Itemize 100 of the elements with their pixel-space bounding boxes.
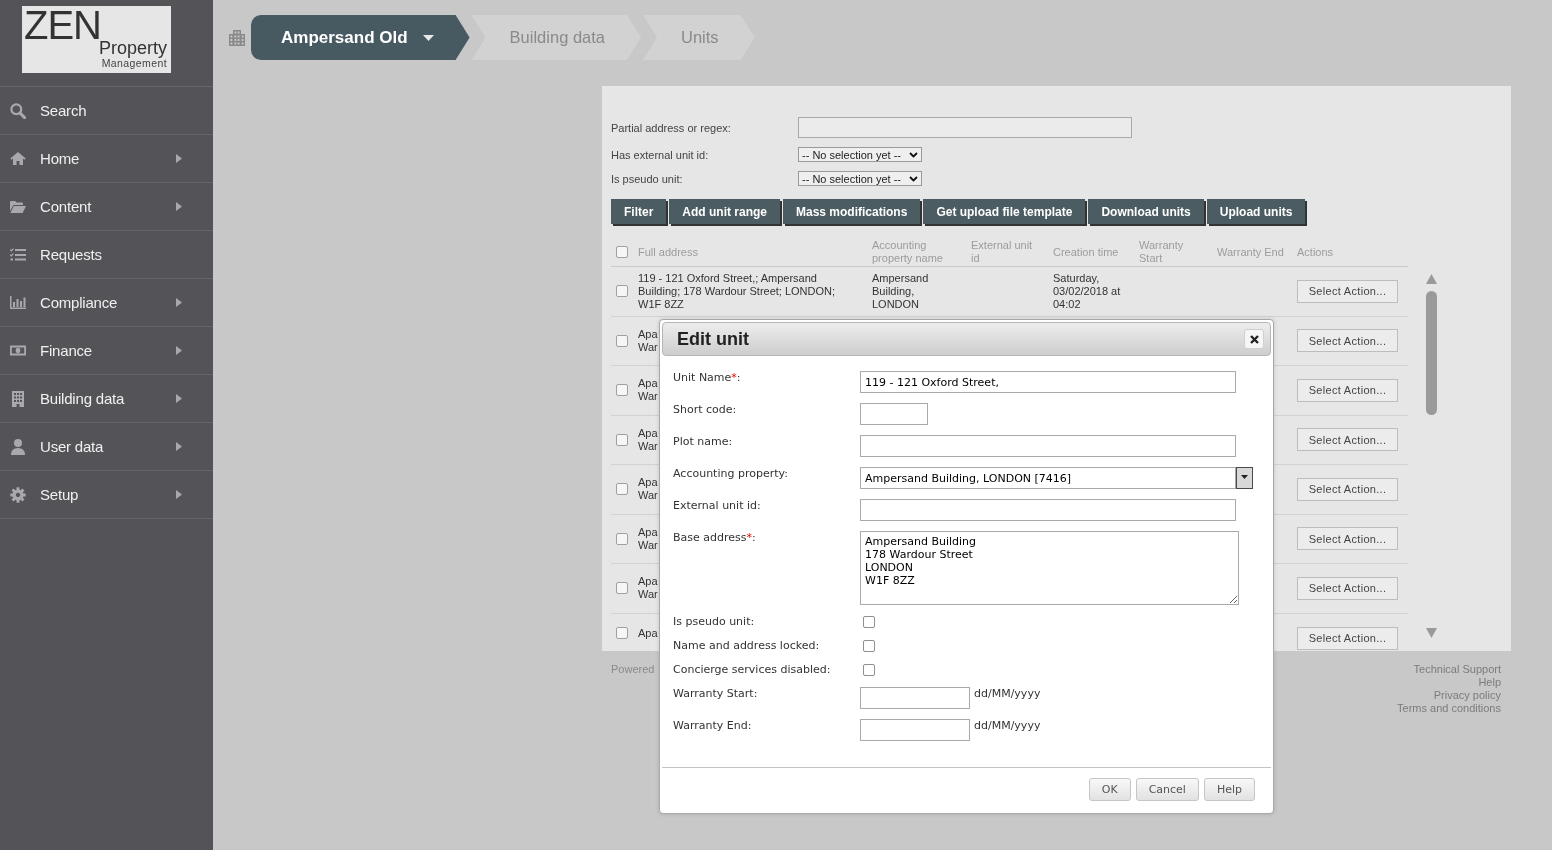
column-header: Creation time: [1053, 245, 1119, 259]
toolbar-button[interactable]: Upload units: [1206, 199, 1306, 224]
checkbox[interactable]: [616, 334, 628, 347]
caret-right-icon: [176, 346, 182, 355]
action-menu-button[interactable]: Select Action...: [1297, 626, 1398, 650]
checkbox[interactable]: [863, 616, 875, 628]
full-address: Apa War: [638, 377, 658, 404]
column-header: Warranty Start: [1139, 239, 1185, 265]
select-field[interactable]: Ampersand Building, LONDON [7416]: [860, 467, 1236, 489]
toolbar-button[interactable]: Download units: [1088, 199, 1204, 224]
nav-item[interactable]: Compliance: [0, 279, 213, 327]
dialog-title: Edit unit: [677, 328, 749, 350]
column-header: Warranty End: [1217, 245, 1284, 259]
scroll-down-icon[interactable]: [1426, 627, 1437, 638]
text-field[interactable]: 119 - 121 Oxford Street,: [860, 371, 1236, 393]
nav-item[interactable]: Requests: [0, 231, 213, 279]
list-icon: [10, 248, 26, 261]
full-address: Apa: [638, 626, 658, 640]
text-field[interactable]: [860, 499, 1236, 521]
caret-right-icon: [176, 298, 182, 307]
chevron-down-icon: [909, 151, 918, 158]
select-field[interactable]: -- No selection yet --: [798, 171, 922, 186]
dialog-button[interactable]: Cancel: [1135, 778, 1199, 801]
bar-chart-icon: [10, 296, 26, 309]
checkbox[interactable]: [616, 582, 628, 595]
field-label: Is pseudo unit:: [673, 615, 755, 629]
select-field[interactable]: -- No selection yet --: [798, 147, 922, 162]
column-header: External unit id: [971, 239, 1034, 265]
format-hint: dd/MM/yyyy: [974, 687, 1041, 701]
field-label: Unit Name*:: [673, 371, 741, 385]
field-label: Warranty Start:: [673, 687, 758, 701]
filter-label: Partial address or regex:: [611, 121, 731, 134]
checkbox[interactable]: [863, 640, 875, 652]
gear-icon: [10, 486, 26, 503]
action-menu-button[interactable]: Select Action...: [1297, 279, 1398, 303]
action-menu-button[interactable]: Select Action...: [1297, 527, 1398, 551]
scroll-up-icon[interactable]: [1426, 274, 1437, 284]
checkbox[interactable]: [616, 532, 628, 545]
logo-text: Property: [98, 39, 167, 57]
text-field[interactable]: [860, 435, 1236, 457]
building-icon: [12, 390, 24, 407]
checkbox[interactable]: [616, 433, 628, 446]
date-field[interactable]: [860, 687, 970, 709]
dropdown-button[interactable]: [1236, 467, 1253, 489]
caret-down-icon: [1241, 475, 1248, 479]
checkbox[interactable]: [616, 246, 628, 258]
toolbar-button[interactable]: Filter: [611, 199, 667, 224]
nav-item[interactable]: Home: [0, 135, 213, 183]
checkbox[interactable]: [616, 626, 628, 639]
logo-tagline: Management: [101, 57, 167, 69]
text-field[interactable]: [798, 117, 1132, 138]
search-icon: [10, 102, 26, 119]
scrollbar-thumb[interactable]: [1426, 291, 1437, 415]
action-menu-button[interactable]: Select Action...: [1297, 329, 1398, 353]
field-label: Name and address locked:: [673, 639, 820, 653]
caret-right-icon: [176, 202, 182, 211]
column-header: Actions: [1297, 245, 1334, 259]
toolbar-button[interactable]: Get upload file template: [923, 199, 1086, 224]
field-label: External unit id:: [673, 499, 761, 513]
checkbox[interactable]: [616, 285, 628, 298]
column-header: Accounting property name: [872, 239, 944, 265]
checkbox[interactable]: [616, 483, 628, 496]
building-icon: [229, 29, 245, 46]
nav-item[interactable]: Building data: [0, 375, 213, 423]
field-label: Warranty End:: [673, 719, 752, 733]
checkbox[interactable]: [616, 384, 628, 397]
nav-item[interactable]: Setup: [0, 471, 213, 519]
footer-text: Powered: [611, 663, 655, 676]
action-menu-button[interactable]: Select Action...: [1297, 428, 1398, 452]
breadcrumb-dropdown[interactable]: Ampersand Old: [251, 15, 470, 60]
field-label: Concierge services disabled:: [673, 663, 831, 677]
textarea-field[interactable]: Ampersand Building 178 Wardour Street LONDON W1F 8ZZ: [860, 531, 1239, 605]
user-icon: [11, 438, 25, 455]
logo-wordmark: ZEN: [24, 8, 101, 42]
nav-item[interactable]: Search: [0, 87, 213, 135]
dialog-button[interactable]: OK: [1088, 778, 1131, 801]
caret-right-icon: [176, 154, 182, 163]
action-menu-button[interactable]: Select Action...: [1297, 576, 1398, 600]
caret-right-icon: [176, 442, 182, 451]
home-icon: [10, 152, 26, 165]
field-label: Accounting property:: [673, 467, 788, 481]
full-address: Apa War: [638, 476, 658, 503]
action-menu-button[interactable]: Select Action...: [1297, 477, 1398, 501]
nav-item[interactable]: Finance: [0, 327, 213, 375]
dialog-button[interactable]: Help: [1203, 778, 1255, 801]
date-field[interactable]: [860, 719, 970, 741]
toolbar-button[interactable]: Add unit range: [669, 199, 780, 224]
close-button[interactable]: [1244, 329, 1264, 349]
action-menu-button[interactable]: Select Action...: [1297, 378, 1398, 402]
nav-item[interactable]: User data: [0, 423, 213, 471]
full-address: Apa War: [638, 426, 658, 453]
close-icon: [1249, 334, 1259, 344]
full-address: 119 - 121 Oxford Street,; Ampersand Building; 178 Wardour Street; LONDON; W1F 8ZZ: [638, 271, 837, 311]
toolbar-button[interactable]: Mass modifications: [783, 199, 921, 224]
nav-item[interactable]: Content: [0, 183, 213, 231]
field-label: Plot name:: [673, 435, 733, 449]
filter-label: Is pseudo unit:: [611, 172, 683, 185]
checkbox[interactable]: [863, 664, 875, 676]
text-field[interactable]: [860, 403, 928, 425]
column-header: Full address: [638, 245, 698, 259]
